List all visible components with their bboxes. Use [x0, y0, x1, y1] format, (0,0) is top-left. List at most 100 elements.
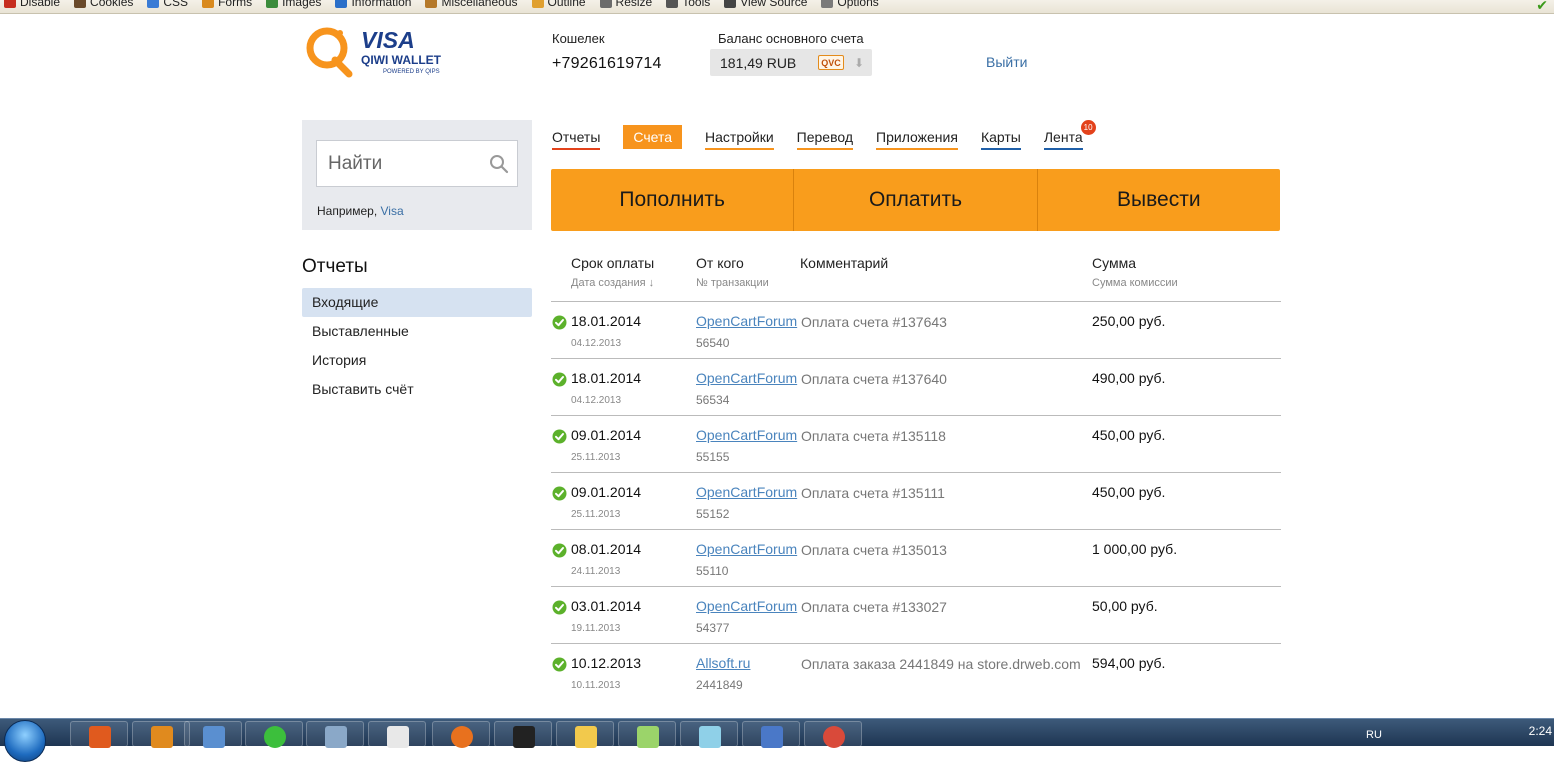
action-bar: Пополнить Оплатить Вывести — [551, 169, 1280, 231]
taskbar-app-button[interactable] — [132, 721, 190, 748]
toolbar-item-icon — [266, 0, 279, 8]
sender-link[interactable]: OpenCartForum — [696, 598, 797, 614]
action-button[interactable]: Оплатить — [794, 169, 1038, 231]
sender-link[interactable]: OpenCartForum — [696, 370, 797, 386]
cell-sum: 594,00 руб. — [1092, 655, 1166, 671]
toolbar-item-icon — [599, 0, 612, 8]
mail-agent-icon — [264, 726, 286, 748]
due-date: 03.01.2014 — [571, 598, 642, 614]
taskbar-app-button[interactable] — [494, 721, 552, 748]
tab-underline — [705, 148, 774, 150]
language-indicator[interactable]: RU — [1366, 729, 1382, 741]
sender-link[interactable]: Allsoft.ru — [696, 655, 750, 671]
table-row[interactable]: 18.01.2014 04.12.2013 OpenCartForum 56540 Оп… — [551, 302, 1281, 359]
table-row[interactable]: 09.01.2014 25.11.2013 OpenCartForum 55155 Оп… — [551, 416, 1281, 473]
tab-item[interactable]: Лента 10 — [1043, 120, 1096, 150]
file-icon — [387, 726, 409, 748]
sender-link[interactable]: OpenCartForum — [696, 313, 797, 329]
toolbar-item-label: Outline — [547, 0, 586, 9]
balance-value: 181,49 RUB — [720, 54, 797, 71]
sidebar-item[interactable]: Выставить счёт — [302, 375, 532, 404]
toolbar-item-icon — [821, 0, 834, 8]
taskbar-app-button[interactable] — [556, 721, 614, 748]
toolbar-item[interactable]: Forms — [202, 0, 252, 9]
search-icon[interactable] — [489, 154, 509, 174]
wallet-label: Кошелек — [552, 31, 605, 46]
table-row[interactable]: 18.01.2014 04.12.2013 OpenCartForum 56534 Оп… — [551, 359, 1281, 416]
header-txn-label: № транзакции — [696, 277, 769, 289]
toolbar-item-label: Forms — [218, 0, 253, 9]
header-due-label: Срок оплаты — [571, 255, 655, 271]
sidebar-item[interactable]: История — [302, 346, 532, 375]
action-button[interactable]: Вывести — [1038, 169, 1280, 231]
balance-box[interactable]: 181,49 RUB QVC ⬇ — [710, 49, 872, 76]
header-comment-label: Комментарий — [800, 255, 889, 271]
tab-item[interactable]: Счета — [623, 125, 683, 149]
toolbar-item[interactable]: Cookies — [74, 0, 133, 9]
tab-item[interactable]: Настройки — [705, 126, 774, 150]
studio-icon — [513, 726, 535, 748]
search-box[interactable] — [316, 140, 518, 187]
toolbar-item-label: Tools — [682, 0, 711, 9]
taskbar-app-button[interactable] — [245, 721, 303, 748]
cell-sum: 250,00 руб. — [1092, 313, 1166, 329]
toolbar-item[interactable]: Tools — [666, 0, 710, 9]
start-button-icon[interactable] — [4, 720, 46, 762]
created-date: 04.12.2013 — [571, 338, 622, 349]
toolbar-item[interactable]: Information — [335, 0, 411, 9]
toolbar-item[interactable]: Images — [266, 0, 321, 9]
toolbar-item-label: Cookies — [90, 0, 134, 9]
cell-from: OpenCartForum 56534 — [696, 370, 797, 407]
header-created-label[interactable]: Дата создания ↓ — [571, 277, 654, 289]
toolbar-item[interactable]: Miscellaneous — [425, 0, 518, 9]
action-button[interactable]: Пополнить — [551, 169, 795, 231]
taskbar-app-button[interactable] — [680, 721, 738, 748]
web-developer-toolbar: Disable Cookies CSS Forms Images Information M… — [0, 0, 1554, 14]
chrome-icon — [823, 726, 845, 748]
cell-dates: 09.01.2014 25.11.2013 — [571, 427, 641, 463]
taskbar-app-button[interactable] — [804, 721, 862, 748]
toolbar-item-label: Resize — [615, 0, 653, 9]
sender-link[interactable]: OpenCartForum — [696, 484, 797, 500]
office-icon — [89, 726, 111, 748]
toolbar-item[interactable]: Disable — [4, 0, 60, 9]
taskbar-app-button[interactable] — [184, 721, 242, 748]
taskbar-app-button[interactable] — [368, 721, 426, 748]
sidebar-item[interactable]: Входящие — [302, 288, 532, 317]
clock[interactable]: 2:24 — [1529, 724, 1552, 738]
cell-comment: Оплата счета #135013 — [801, 542, 947, 558]
sender-link[interactable]: OpenCartForum — [696, 427, 797, 443]
table-row[interactable]: 03.01.2014 19.11.2013 OpenCartForum 54377 Оп… — [551, 587, 1281, 644]
table-row[interactable]: 08.01.2014 24.11.2013 OpenCartForum 55110 Оп… — [551, 530, 1281, 587]
tab-item[interactable]: Перевод — [796, 126, 854, 150]
toolbar-item-icon — [724, 0, 737, 8]
toolbar-item[interactable]: Outline — [531, 0, 586, 9]
header-sum-label: Сумма — [1092, 255, 1136, 271]
arrow-down-icon[interactable]: ⬇ — [854, 56, 864, 70]
tab-item[interactable]: Приложения — [876, 126, 958, 150]
header-due[interactable]: Срок оплаты Дата создания ↓ — [571, 255, 654, 289]
toolbar-item[interactable]: Options — [821, 0, 879, 9]
qiwi-visa-logo[interactable]: VISA QIWI WALLET POWERED BY QIPS — [305, 24, 455, 80]
transaction-number: 54377 — [696, 621, 730, 635]
table-row[interactable]: 10.12.2013 10.11.2013 Allsoft.ru 2441849 Опл… — [551, 644, 1281, 701]
sender-link[interactable]: OpenCartForum — [696, 541, 797, 557]
cell-comment: Оплата счета #137643 — [801, 314, 947, 330]
toolbar-item[interactable]: CSS — [147, 0, 188, 9]
tab-item[interactable]: Карты — [980, 126, 1021, 150]
taskbar-app-button[interactable] — [742, 721, 800, 748]
search-example-link[interactable]: Visa — [380, 204, 403, 218]
toolbar-item[interactable]: Resize — [599, 0, 653, 9]
taskbar-app-button[interactable] — [70, 721, 128, 748]
taskbar-app-button[interactable] — [618, 721, 676, 748]
logout-link[interactable]: Выйти — [986, 54, 1027, 70]
taskbar-app-button[interactable] — [306, 721, 364, 748]
search-input[interactable] — [317, 141, 487, 186]
sidebar-item[interactable]: Выставленные — [302, 317, 532, 346]
cell-from: Allsoft.ru 2441849 — [696, 655, 750, 692]
toolbar-item[interactable]: View Source — [724, 0, 807, 9]
taskbar-app-button[interactable] — [432, 721, 490, 748]
table-row[interactable]: 09.01.2014 25.11.2013 OpenCartForum 55152 Оп… — [551, 473, 1281, 530]
tab-item[interactable]: Отчеты — [552, 126, 601, 150]
toolbar-item-icon — [335, 0, 348, 8]
